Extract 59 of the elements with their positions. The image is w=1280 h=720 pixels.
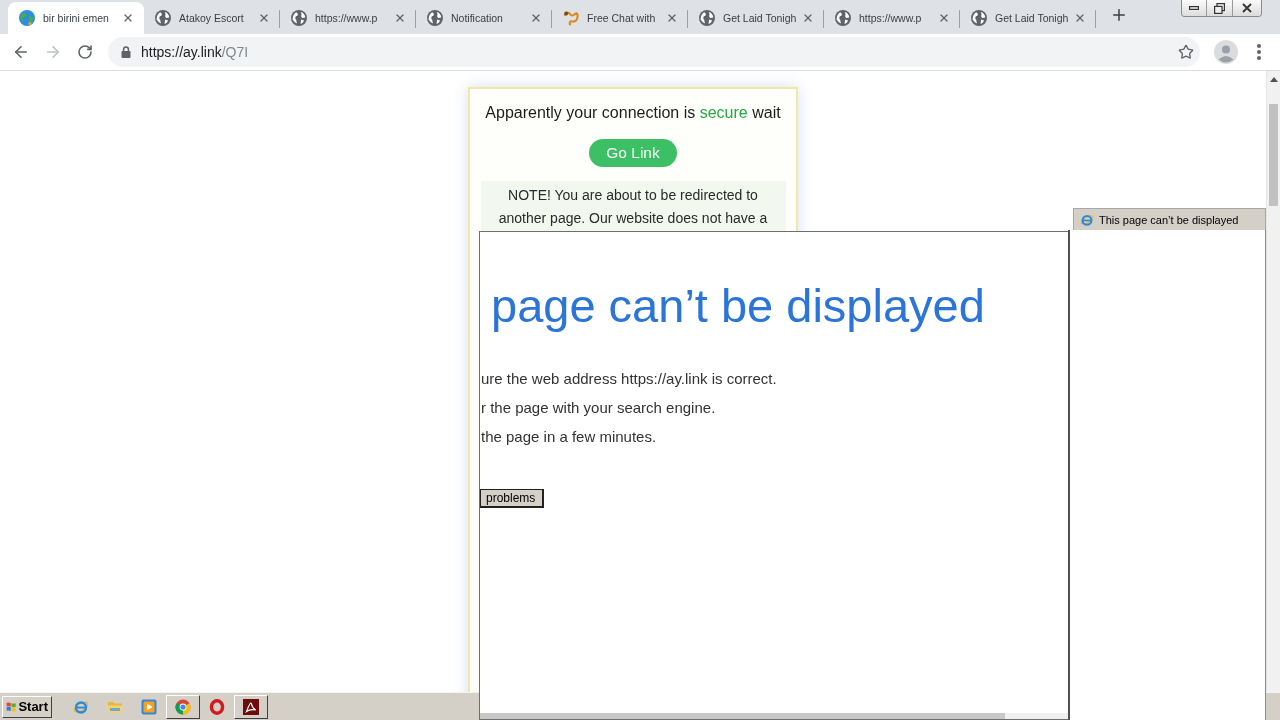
taskbar-button[interactable] xyxy=(234,694,268,719)
browser-icon xyxy=(73,698,89,715)
note-text: NOTE! You are about to be redirected to another page. Our website does not have a xyxy=(497,186,769,228)
globe-icon xyxy=(291,10,307,26)
squiggle-icon xyxy=(563,10,579,26)
browser-tab[interactable]: https://www.p xyxy=(280,2,416,34)
avatar-icon xyxy=(1214,40,1238,64)
error-hint: the page in a few minutes. xyxy=(480,427,658,447)
document-icon xyxy=(243,698,259,715)
browser-tab[interactable]: Notification xyxy=(416,2,552,34)
reload-icon xyxy=(77,44,93,60)
wheel-logo-icon xyxy=(175,698,191,715)
globe-icon xyxy=(835,10,851,26)
fix-problems-button[interactable]: problems xyxy=(480,489,544,508)
browser-tab[interactable]: https://www.p xyxy=(824,2,960,34)
minimize-button[interactable] xyxy=(1182,0,1206,16)
profile-button[interactable] xyxy=(1214,40,1238,64)
forward-arrow-icon xyxy=(44,43,62,61)
address-bar[interactable]: https://ay.link/Q7I xyxy=(108,37,1200,67)
close-icon xyxy=(666,12,678,24)
play-icon xyxy=(141,698,157,715)
close-icon xyxy=(1074,12,1086,24)
earth-icon xyxy=(19,10,35,26)
globe-icon xyxy=(699,10,715,26)
ring-logo-icon xyxy=(209,698,225,715)
browser-tab[interactable]: Atakoy Escort xyxy=(144,2,280,34)
scrollbar-thumb[interactable] xyxy=(1269,104,1278,206)
restore-icon xyxy=(1214,2,1225,14)
browser-tab[interactable]: bir birini emen xyxy=(8,2,144,34)
close-icon xyxy=(1242,3,1252,13)
scrollbar[interactable] xyxy=(1266,71,1280,692)
close-icon xyxy=(394,12,406,24)
minimize-icon xyxy=(1189,6,1199,10)
window-tab[interactable]: This page can’t be displayed xyxy=(1073,208,1266,230)
browser-tab[interactable]: Get Laid Tonigh xyxy=(960,2,1096,34)
error-heading: page can’t be displayed xyxy=(491,279,985,333)
globe-icon xyxy=(427,10,443,26)
close-button[interactable] xyxy=(1232,0,1261,16)
close-icon xyxy=(122,12,134,24)
close-icon xyxy=(258,12,270,24)
browser-icon xyxy=(1080,212,1094,227)
close-icon xyxy=(530,12,542,24)
star-icon xyxy=(1178,44,1194,60)
close-icon xyxy=(802,12,814,24)
url-text[interactable]: https://ay.link/Q7I xyxy=(141,44,249,60)
start-button[interactable]: Start xyxy=(2,695,52,718)
browser-tab[interactable]: Get Laid Tonigh xyxy=(688,2,824,34)
globe-icon xyxy=(971,10,987,26)
lock-icon xyxy=(121,46,131,58)
error-hint: r the page with your search engine. xyxy=(480,398,717,418)
globe-icon xyxy=(155,10,171,26)
close-icon xyxy=(938,12,950,24)
taskbar-button[interactable] xyxy=(166,694,200,719)
browser-tab[interactable]: Free Chat with xyxy=(552,2,688,34)
restore-button[interactable] xyxy=(1206,0,1232,16)
error-hint: ure the web address https://ay.link is correct. xyxy=(480,369,777,389)
menu-icon xyxy=(1257,44,1261,60)
up-arrow-icon xyxy=(1269,77,1278,82)
connection-message: Apparently your connection is secure wait xyxy=(485,104,781,122)
